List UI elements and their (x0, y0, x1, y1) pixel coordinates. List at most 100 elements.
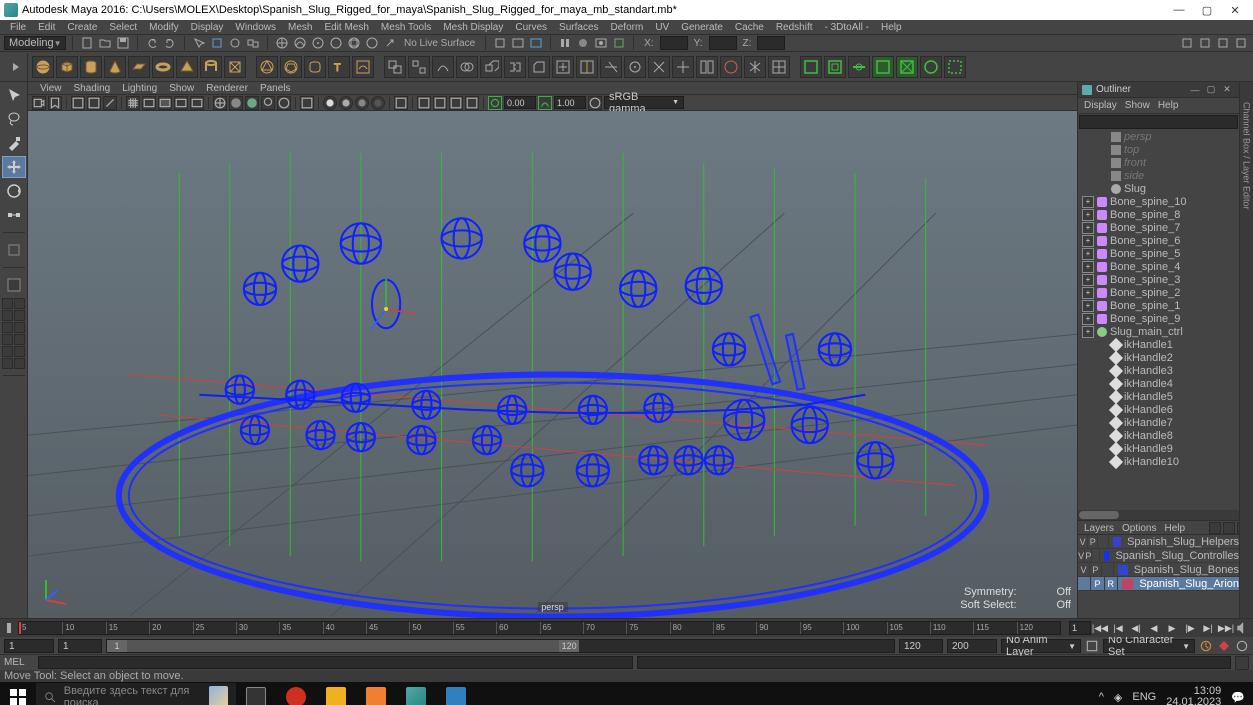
layer-row-spanish_slug_bones[interactable]: VPSpanish_Slug_Bones (1078, 563, 1239, 577)
vp-gate-mask-icon[interactable] (158, 96, 172, 110)
expand-toggle[interactable]: + (1082, 300, 1094, 312)
vp-select-camera-icon[interactable] (32, 96, 46, 110)
crease-hard-icon[interactable] (896, 56, 918, 78)
range-thumb-end[interactable]: 120 (559, 640, 579, 652)
outliner-item-ikhandle3[interactable]: ikHandle3 (1078, 364, 1239, 377)
auto-key-icon[interactable] (1199, 639, 1213, 653)
layout-uv-button[interactable] (14, 358, 25, 369)
tray-language-indicator[interactable]: ENG (1132, 691, 1156, 703)
outliner-item-ikhandle2[interactable]: ikHandle2 (1078, 351, 1239, 364)
step-forward-key-button[interactable]: ▶| (1199, 621, 1217, 635)
vp-resolution-gate-icon[interactable] (174, 96, 188, 110)
outliner-item-bone_spine_5[interactable]: +Bone_spine_5 (1078, 247, 1239, 260)
layers-menu-options[interactable]: Options (1122, 523, 1156, 534)
tray-network-icon[interactable]: ◈ (1114, 691, 1122, 704)
layout-three-button[interactable] (14, 310, 25, 321)
poly-pyramid-icon[interactable] (176, 56, 198, 78)
vp-use-lights-icon[interactable] (261, 96, 275, 110)
light-editor-icon[interactable] (611, 35, 627, 51)
outliner-maximize-button[interactable]: ▢ (1203, 84, 1219, 96)
taskbar-app-1[interactable] (276, 682, 316, 705)
range-start-field[interactable] (4, 639, 54, 653)
undo-icon[interactable] (144, 35, 160, 51)
merge-icon[interactable] (648, 56, 670, 78)
extrude-icon[interactable] (480, 56, 502, 78)
crease-tool-icon[interactable] (848, 56, 870, 78)
super-ellipse-icon[interactable] (304, 56, 326, 78)
crease-smooth-icon[interactable] (920, 56, 942, 78)
select-object-icon[interactable] (209, 35, 225, 51)
vp-light-all-icon[interactable] (339, 96, 353, 110)
main-menu-mesh[interactable]: Mesh (282, 22, 318, 33)
range-slider-track[interactable]: 1 120 (106, 639, 895, 653)
poly-plane-icon[interactable] (128, 56, 150, 78)
y-field[interactable] (709, 36, 737, 50)
poly-cone-icon[interactable] (104, 56, 126, 78)
main-menu-edit[interactable]: Edit (32, 22, 61, 33)
smooth-icon[interactable] (432, 56, 454, 78)
expand-toggle[interactable]: + (1082, 222, 1094, 234)
construction-history-icon[interactable] (492, 35, 508, 51)
render-settings-icon[interactable] (557, 35, 573, 51)
boolean-icon[interactable] (456, 56, 478, 78)
outliner-minimize-button[interactable]: — (1187, 84, 1203, 96)
main-menu-deform[interactable]: Deform (605, 22, 650, 33)
layout-custom2-button[interactable] (14, 322, 25, 333)
vp-gamma-icon[interactable] (538, 96, 552, 110)
go-to-end-button[interactable]: ▶▶| (1217, 621, 1235, 635)
crease-rem-icon[interactable] (872, 56, 894, 78)
vp-film-gate-icon[interactable] (142, 96, 156, 110)
outliner-item-ikhandle9[interactable]: ikHandle9 (1078, 442, 1239, 455)
taskbar-app-maya[interactable] (396, 682, 436, 705)
poly-prism-icon[interactable] (224, 56, 246, 78)
expand-toggle[interactable]: + (1082, 274, 1094, 286)
mirror-icon[interactable] (744, 56, 766, 78)
vp-color-management-icon[interactable] (588, 96, 602, 110)
layer-color-swatch[interactable] (1104, 551, 1110, 561)
toggle-modeling-toolkit-icon[interactable] (1233, 35, 1249, 51)
viewport-menu-show[interactable]: Show (163, 83, 200, 94)
layout-single-button[interactable] (2, 274, 26, 296)
outliner-item-slug_main_ctrl[interactable]: +Slug_main_ctrl (1078, 325, 1239, 338)
rotate-tool-button[interactable] (2, 180, 26, 202)
main-menu-help[interactable]: Help (875, 22, 908, 33)
poly-torus-icon[interactable] (152, 56, 174, 78)
quad-draw-icon[interactable] (768, 56, 790, 78)
layer-color-swatch[interactable] (1118, 565, 1128, 575)
viewport-menu-lighting[interactable]: Lighting (116, 83, 163, 94)
expand-toggle[interactable]: + (1082, 313, 1094, 325)
layer-row-spanish_slug_helpers[interactable]: VPSpanish_Slug_Helpers (1078, 535, 1239, 549)
vp-light-selected-icon[interactable] (355, 96, 369, 110)
x-field[interactable] (660, 36, 688, 50)
outliner-item-bone_spine_2[interactable]: +Bone_spine_2 (1078, 286, 1239, 299)
outliner-item-ikhandle6[interactable]: ikHandle6 (1078, 403, 1239, 416)
shelf-tab-arrow[interactable] (4, 53, 28, 81)
expand-toggle[interactable]: + (1082, 287, 1094, 299)
expand-toggle[interactable]: + (1082, 235, 1094, 247)
outliner-item-side[interactable]: side (1078, 169, 1239, 182)
range-slider-thumb[interactable]: 1 120 (107, 640, 579, 652)
outliner-item-ikhandle7[interactable]: ikHandle7 (1078, 416, 1239, 429)
poly-pipe-icon[interactable] (200, 56, 222, 78)
tray-clock[interactable]: 13:09 24.01.2023 (1166, 686, 1221, 705)
vp-2d-pan-icon[interactable] (87, 96, 101, 110)
main-menu-mesh-tools[interactable]: Mesh Tools (375, 22, 437, 33)
save-scene-icon[interactable] (115, 35, 131, 51)
bevel-icon[interactable] (528, 56, 550, 78)
layer-move-up-icon[interactable] (1209, 522, 1221, 534)
tray-chevron-up-icon[interactable]: ^ (1099, 691, 1104, 703)
main-menu-cache[interactable]: Cache (729, 22, 770, 33)
svg-icon[interactable] (352, 56, 374, 78)
viewport-menu-view[interactable]: View (34, 83, 68, 94)
snap-projected-icon[interactable] (328, 35, 344, 51)
command-lang-label[interactable]: MEL (4, 657, 34, 668)
outliner-search-field[interactable] (1079, 115, 1238, 129)
layer-type-toggle[interactable] (1092, 549, 1099, 562)
layout-two-side-button[interactable] (14, 298, 25, 309)
snap-plane-icon[interactable] (346, 35, 362, 51)
layer-type-toggle[interactable] (1098, 535, 1108, 548)
expand-toggle[interactable]: + (1082, 261, 1094, 273)
separate-icon[interactable] (408, 56, 430, 78)
layer-type-toggle[interactable]: R (1105, 577, 1118, 590)
start-button[interactable] (0, 682, 36, 705)
